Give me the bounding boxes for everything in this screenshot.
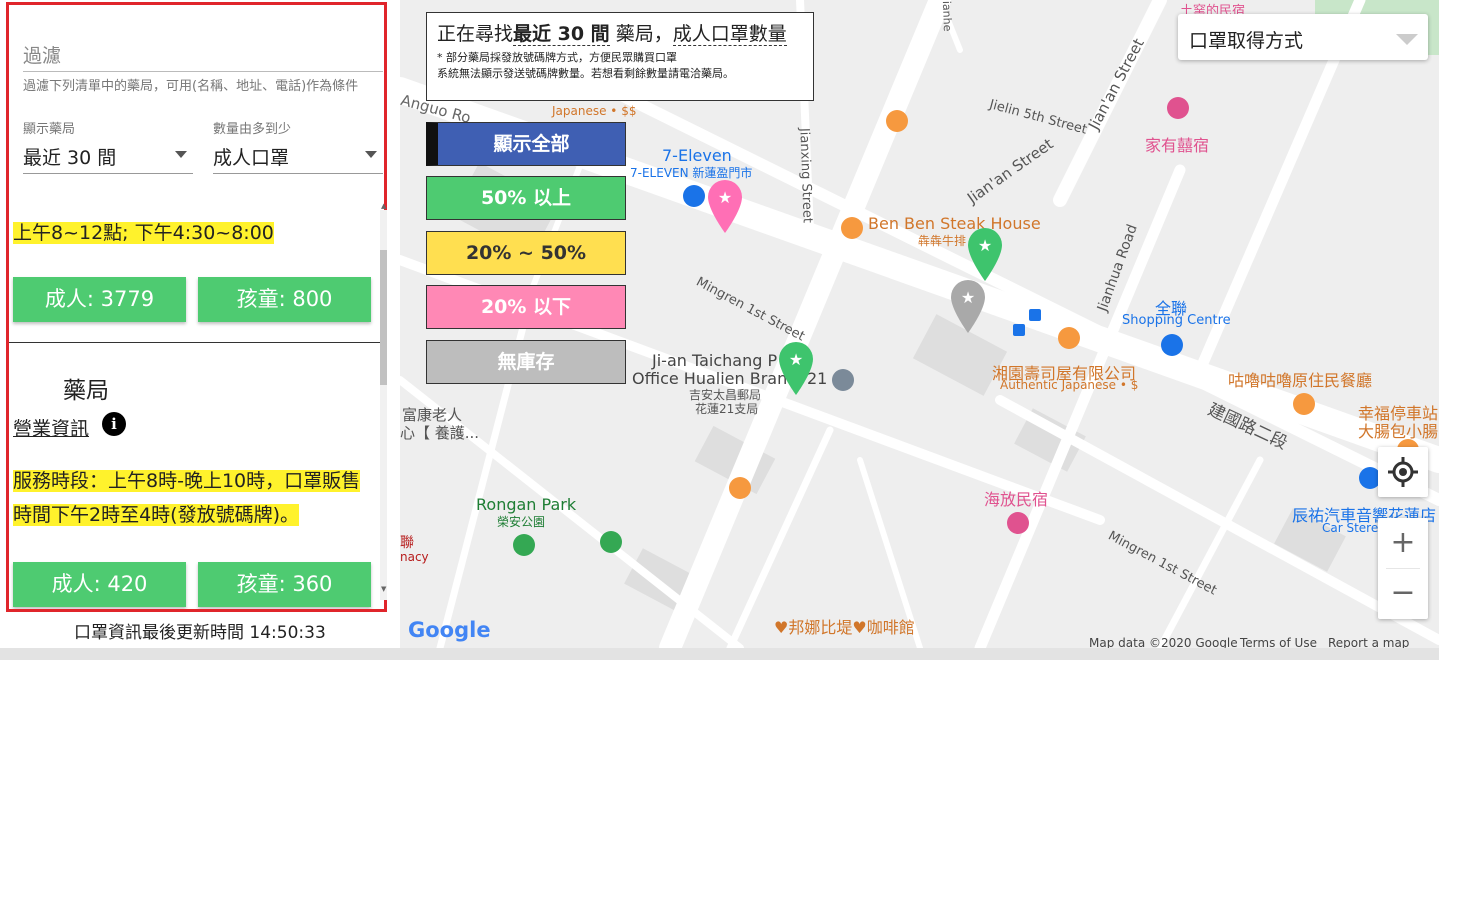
adult-count-button[interactable]: 成人: 420 <box>13 562 186 607</box>
svg-text:★: ★ <box>789 350 803 369</box>
adult-count-button[interactable]: 成人: 3779 <box>13 277 186 322</box>
svg-text:★: ★ <box>978 236 992 255</box>
location-target-icon <box>1388 457 1418 487</box>
legend-out-of-stock-button[interactable]: 無庫存 <box>426 340 626 384</box>
search-info-box: 正在尋找最近 30 間 藥局，成人口罩數量 * 部分藥局採發放號碼牌方式，方便民… <box>426 12 814 101</box>
child-count-button[interactable]: 孩童: 800 <box>198 277 371 322</box>
filter-input[interactable]: 過濾 <box>23 41 61 68</box>
list-scrollbar-thumb[interactable] <box>380 250 387 385</box>
pharmacy-hours: 上午8~12點; 下午4:30~8:00 <box>13 218 274 245</box>
show-select[interactable]: 最近 30 間 <box>23 143 116 170</box>
sort-select-caption: 數量由多到少 <box>213 122 292 137</box>
legend-20-50-button[interactable]: 20% ~ 50% <box>426 231 626 275</box>
scroll-down-icon[interactable]: ▼ <box>381 585 386 593</box>
zoom-control: + − <box>1378 518 1428 619</box>
pharmacy-list-panel: 過濾 過濾下列清單中的藥局，可用(名稱、地址、電話)作為條件 顯示藥局 最近 3… <box>6 2 387 612</box>
child-count-button[interactable]: 孩童: 360 <box>198 562 371 607</box>
pharmacy-hours-text: 服務時段：上午8時-晚上10時，口罩販售時間下午2時至4時(發放號碼牌)。 <box>13 470 361 526</box>
info-note-1: * 部分藥局採發放號碼牌方式，方便民眾購買口罩 <box>437 51 677 64</box>
sort-select[interactable]: 成人口罩 <box>213 143 289 170</box>
pharmacy-hours: 服務時段：上午8時-晚上10時，口罩販售時間下午2時至4時(發放號碼牌)。 <box>13 464 373 532</box>
filter-hint: 過濾下列清單中的藥局，可用(名稱、地址、電話)作為條件 <box>23 79 359 94</box>
page-bottom-bar <box>0 648 1439 660</box>
svg-text:★: ★ <box>718 188 732 207</box>
title-prefix: 正在尋找 <box>437 23 514 45</box>
pharmacy-pin-pink: ★ <box>708 180 742 233</box>
show-select-caption: 顯示藥局 <box>23 122 76 137</box>
info-note-2: 系統無法顯示發送號碼牌數量。若想看剩餘數量請電洽藥局。 <box>437 67 734 80</box>
chevron-down-icon[interactable] <box>1396 34 1418 45</box>
park-icon <box>513 531 622 556</box>
search-info-title: 正在尋找最近 30 間 藥局，成人口罩數量 <box>437 19 803 46</box>
pharmacy-name[interactable]: 藥局 <box>63 371 109 405</box>
info-note: * 部分藥局採發放號碼牌方式，方便民眾購買口罩 系統無法顯示發送號碼牌數量。若想… <box>437 50 803 82</box>
show-select-underline <box>23 173 193 174</box>
zoom-out-icon[interactable]: − <box>1378 569 1428 619</box>
legend-show-all-button[interactable]: 顯示全部 <box>426 122 626 166</box>
my-location-button[interactable] <box>1378 447 1428 497</box>
title-type: 成人口罩數量 <box>672 23 787 46</box>
post-office-icon <box>832 369 854 391</box>
sort-select-caret-icon[interactable] <box>365 151 377 158</box>
google-logo[interactable]: Google <box>408 618 491 642</box>
pharmacy-hours-text: 上午8~12點; 下午4:30~8:00 <box>13 222 274 244</box>
info-icon[interactable]: i <box>102 412 126 436</box>
zoom-in-icon[interactable]: + <box>1378 518 1428 568</box>
shopping-icon <box>683 185 1381 489</box>
pharmacy-pin-gray: ★ <box>951 280 985 333</box>
report-error-link[interactable]: Report a map error <box>1328 636 1439 648</box>
pharmacy-pin-green: ★ <box>968 228 1002 281</box>
filter-underline <box>23 71 383 72</box>
show-select-caret-icon[interactable] <box>175 151 187 158</box>
title-count: 最近 30 間 <box>513 23 610 46</box>
svg-text:★: ★ <box>961 288 975 307</box>
sidebar: 過濾 過濾下列清單中的藥局，可用(名稱、地址、電話)作為條件 顯示藥局 最近 3… <box>0 0 400 660</box>
scroll-up-icon[interactable]: ▲ <box>381 202 386 210</box>
sort-select-underline <box>213 173 383 174</box>
legend-above-50-button[interactable]: 50% 以上 <box>426 176 626 220</box>
mask-method-value: 口罩取得方式 <box>1189 30 1304 52</box>
title-mid: 藥局， <box>609 23 673 45</box>
pharmacy-pin-green: ★ <box>779 342 813 395</box>
legend-below-20-button[interactable]: 20% 以下 <box>426 285 626 329</box>
list-divider <box>9 342 381 343</box>
business-info-link[interactable]: 營業資訊 <box>13 414 89 441</box>
mask-method-select[interactable]: 口罩取得方式 <box>1178 14 1428 60</box>
bus-stop-icon <box>1013 309 1041 336</box>
restaurant-icon <box>729 110 1419 499</box>
map-attribution: Map data ©2020 Google <box>1089 636 1238 648</box>
last-update-text: 口罩資訊最後更新時間 14:50:33 <box>74 623 326 643</box>
terms-link[interactable]: Terms of Use <box>1240 636 1317 648</box>
